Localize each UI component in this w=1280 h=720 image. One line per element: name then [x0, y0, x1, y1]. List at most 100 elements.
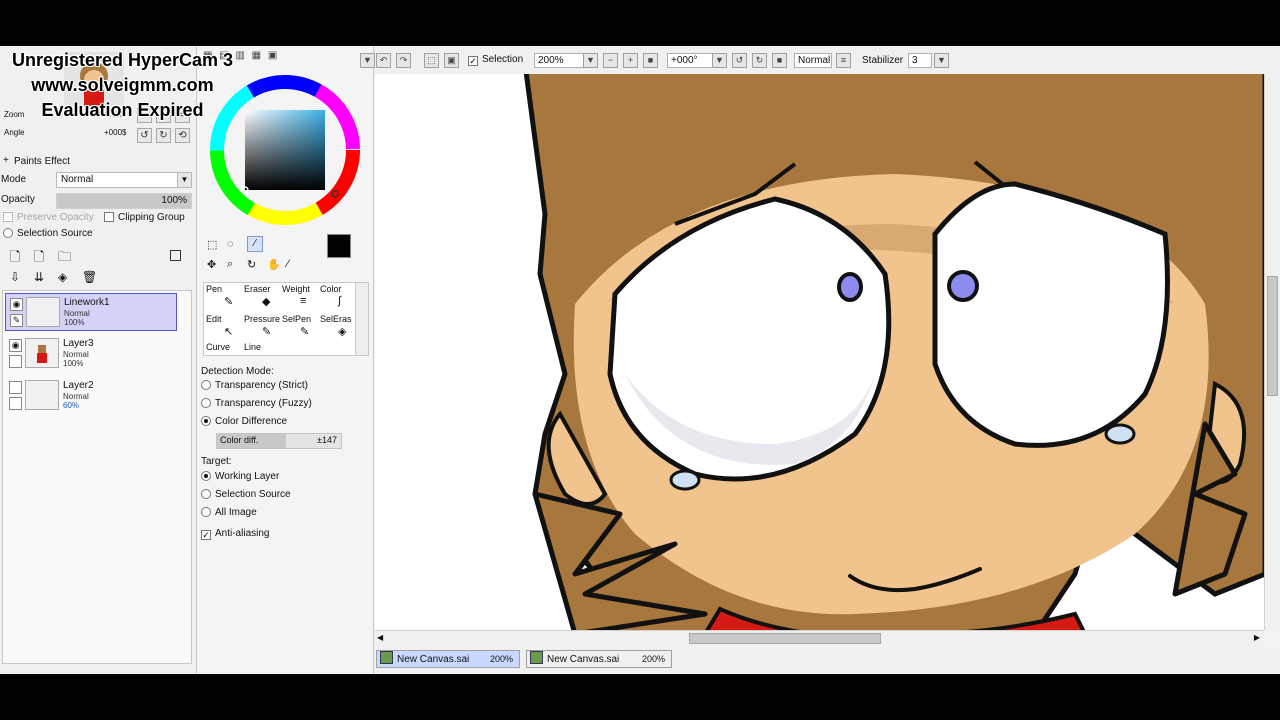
- rotate-tool-icon[interactable]: ↻: [247, 258, 256, 271]
- new-linework-layer-icon[interactable]: 🗋: [34, 248, 44, 270]
- primary-color-swatch[interactable]: [327, 234, 351, 258]
- transparency-strict-radio[interactable]: Transparency (Strict): [201, 380, 308, 391]
- target-label: Target:: [201, 456, 232, 467]
- merge-down-icon[interactable]: ⇊: [34, 270, 44, 284]
- anti-aliasing-checkbox[interactable]: ✓ Anti-aliasing: [201, 528, 269, 540]
- rotate-cw-icon[interactable]: ↻: [752, 53, 767, 68]
- tool-edit[interactable]: Edit ↖: [204, 313, 242, 341]
- zoom-out-icon[interactable]: −: [603, 53, 618, 68]
- move-icon[interactable]: ✥: [207, 258, 216, 271]
- lock-box[interactable]: [9, 397, 22, 410]
- redo-icon[interactable]: ↷: [396, 53, 411, 68]
- vertical-scroll-thumb[interactable]: [1267, 276, 1278, 396]
- horizontal-scrollbar[interactable]: ◀ ▶: [375, 630, 1264, 647]
- layer-mode: Normal: [63, 350, 89, 359]
- color-difference-radio[interactable]: Color Difference: [201, 416, 287, 427]
- deselect-icon[interactable]: ⬚: [424, 53, 439, 68]
- scroll-right-icon[interactable]: ▶: [1254, 633, 1260, 642]
- watermark-line2: www.solveigmm.com: [31, 75, 214, 95]
- blend-mode-select[interactable]: Normal: [794, 53, 832, 68]
- color-diff-label: Color diff.: [220, 435, 259, 445]
- paints-effect-header[interactable]: + Paints Effect: [0, 154, 196, 168]
- opacity-slider[interactable]: 100%: [56, 193, 192, 209]
- selection-source-box: [3, 228, 13, 238]
- clipping-group-checkbox[interactable]: Clipping Group: [104, 212, 185, 223]
- transfer-down-icon[interactable]: ⇩: [10, 270, 20, 284]
- tool-seleras[interactable]: SelEras ◈: [318, 313, 356, 341]
- chevron-down-icon[interactable]: ▼: [712, 53, 727, 68]
- invert-selection-icon[interactable]: ▣: [444, 53, 459, 68]
- layer-item[interactable]: ◉ Layer3 Normal 100%: [5, 335, 177, 373]
- layer-mode: Normal: [63, 392, 89, 401]
- new-folder-icon[interactable]: 🗀: [58, 248, 71, 270]
- angle-value: +000$: [104, 128, 127, 137]
- undo-icon[interactable]: ↶: [376, 53, 391, 68]
- tool-pressure[interactable]: Pressure ✎: [242, 313, 280, 341]
- zoom-reset-icon[interactable]: ■: [643, 53, 658, 68]
- tool-selpen[interactable]: SelPen ✎: [280, 313, 318, 341]
- layer-opacity: 100%: [64, 318, 85, 327]
- layer-mode: Normal: [64, 309, 90, 318]
- selection-source-radio[interactable]: Selection Source: [201, 489, 291, 500]
- chevron-down-icon[interactable]: ▼: [934, 53, 949, 68]
- layer-item[interactable]: Layer2 Normal 60%: [5, 377, 177, 415]
- tool-curve[interactable]: Curve: [204, 341, 242, 355]
- lasso-icon[interactable]: ◌: [227, 238, 234, 250]
- delete-layer-icon[interactable]: 🗑: [82, 270, 97, 284]
- selection-source-checkbox[interactable]: Selection Source: [3, 228, 93, 239]
- clipping-group-label: Clipping Group: [118, 212, 185, 223]
- rotate-reset-icon[interactable]: ■: [772, 53, 787, 68]
- rotate-cw-icon[interactable]: ↻: [156, 128, 171, 143]
- layer-opacity: 100%: [63, 359, 84, 368]
- layer-thumbnail: [25, 380, 59, 410]
- tool-weight[interactable]: Weight ≡: [280, 283, 318, 311]
- layer-name: Layer2: [63, 380, 94, 391]
- flip-icon[interactable]: ≡: [836, 53, 851, 68]
- scroll-left-icon[interactable]: ◀: [377, 633, 383, 642]
- tool-grid-scrollbar[interactable]: [355, 283, 368, 355]
- eye-icon[interactable]: [9, 381, 22, 394]
- magic-wand-icon[interactable]: ⁄: [247, 236, 263, 252]
- eyedropper-icon[interactable]: ⁄: [287, 258, 289, 270]
- document-tab[interactable]: New Canvas.sai 200%: [376, 650, 520, 668]
- tool-eraser[interactable]: Eraser ◆: [242, 283, 280, 311]
- zoom-in-icon[interactable]: +: [623, 53, 638, 68]
- working-layer-radio[interactable]: Working Layer: [201, 471, 279, 482]
- tool-panel: ▦ ▤ ▥ ▦ ▣ ⬚ ◌ ⁄ ✥ ⌕ ↻ ✋ ⁄ Pen ✎ Eraser ◆…: [197, 46, 374, 674]
- horizontal-scroll-thumb[interactable]: [689, 633, 881, 644]
- chevron-down-icon[interactable]: ▼: [583, 53, 598, 68]
- tool-line[interactable]: Line: [242, 341, 280, 355]
- chevron-down-icon: ▼: [177, 173, 191, 187]
- drawing-canvas[interactable]: [375, 74, 1264, 630]
- tool-color[interactable]: Color ∫: [318, 283, 356, 311]
- selection-checkbox[interactable]: ✓ Selection: [468, 54, 523, 66]
- layer-thumbnail: [26, 297, 60, 327]
- rotate-ccw-icon[interactable]: ↺: [732, 53, 747, 68]
- vertical-scrollbar[interactable]: [1264, 74, 1280, 630]
- hand-icon[interactable]: ✋: [267, 258, 281, 271]
- lock-box[interactable]: [9, 355, 22, 368]
- mask-icon[interactable]: [170, 250, 181, 261]
- rotate-ccw-icon[interactable]: ↺: [137, 128, 152, 143]
- preserve-opacity-checkbox[interactable]: Preserve Opacity: [3, 212, 94, 223]
- eye-icon[interactable]: ◉: [10, 298, 23, 311]
- canvas-file-icon: [530, 651, 543, 664]
- pen-icon[interactable]: ✎: [10, 314, 23, 327]
- new-layer-icon[interactable]: 🗋: [10, 248, 20, 270]
- stabilizer-select[interactable]: 3: [908, 53, 932, 68]
- rotate-reset-icon[interactable]: ⟲: [175, 128, 190, 143]
- eye-icon[interactable]: ◉: [9, 339, 22, 352]
- document-tab[interactable]: New Canvas.sai 200%: [526, 650, 672, 668]
- clear-layer-icon[interactable]: ◈: [58, 270, 67, 284]
- dropdown-icon[interactable]: ▼: [360, 53, 375, 68]
- layer-item[interactable]: ◉ ✎ Linework1 Normal 100%: [5, 293, 177, 331]
- mode-select[interactable]: Normal ▼: [56, 172, 192, 188]
- all-image-radio[interactable]: All Image: [201, 507, 257, 518]
- layer-name: Linework1: [64, 297, 110, 308]
- color-diff-slider[interactable]: Color diff. ±147: [216, 433, 342, 449]
- rect-select-icon[interactable]: ⬚: [207, 238, 217, 251]
- tool-pen[interactable]: Pen ✎: [204, 283, 242, 311]
- transparency-fuzzy-radio[interactable]: Transparency (Fuzzy): [201, 398, 312, 409]
- zoom-tool-icon[interactable]: ⌕: [227, 258, 233, 271]
- color-diff-value: ±147: [317, 435, 337, 445]
